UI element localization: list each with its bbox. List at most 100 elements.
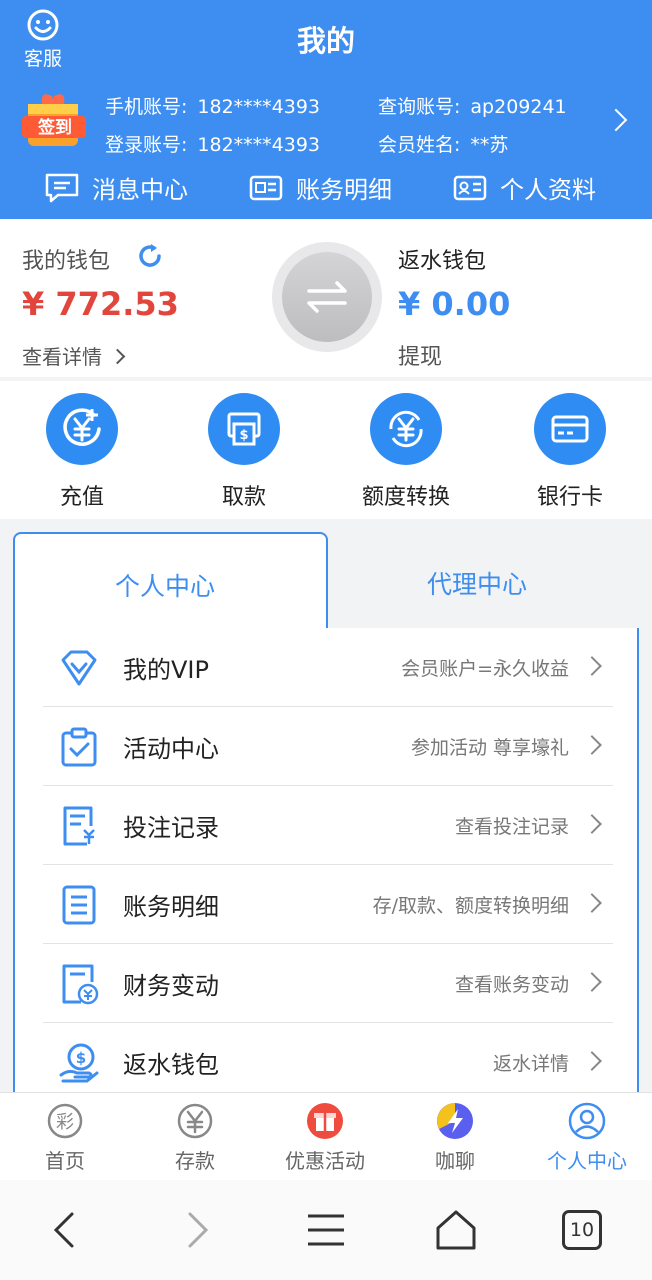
message-center-link[interactable]: 消息中心 [44, 170, 188, 205]
chevron-right-icon [582, 814, 602, 834]
finance-icon [62, 964, 99, 1005]
menu-row-vip[interactable]: 我的VIP 会员账户=永久收益 [43, 628, 613, 707]
currency-exchange-icon [389, 410, 423, 448]
menu-icon[interactable] [302, 1206, 350, 1254]
tab-personal-center-label: 个人中心 [115, 572, 216, 601]
menu-row-activity[interactable]: 活动中心 参加活动 尊享壕礼 [43, 707, 613, 786]
menu-row-bet-record[interactable]: 投注记录 查看投注记录 [43, 786, 613, 865]
tab-promotions-label: 优惠活动 [285, 1149, 365, 1173]
rebate-wallet-label: 返水钱包 [398, 249, 487, 274]
chevron-right-icon [582, 893, 602, 913]
menu-finance-label: 财务变动 [123, 972, 219, 1000]
tabs-count-button[interactable]: 10 [562, 1210, 602, 1250]
menu-finance-hint: 查看账务变动 [454, 974, 569, 996]
query-account-label: 查询账号: [378, 96, 461, 118]
tab-deposit-label: 存款 [175, 1149, 215, 1173]
tab-personal-center[interactable]: 个人中心 [13, 532, 328, 632]
tab-promotions[interactable]: 优惠活动 [270, 1101, 380, 1174]
home-icon[interactable] [432, 1206, 480, 1254]
bank-card-action[interactable]: 银行卡 [510, 393, 630, 511]
menu-row-ledger[interactable]: 账务明细 存/取款、额度转换明细 [43, 865, 613, 944]
my-wallet-amount: ¥ 772.53 [22, 285, 179, 323]
query-account-value: ap209241 [470, 96, 567, 118]
phone-account-label: 手机账号: [105, 96, 188, 118]
deposit-circle [46, 393, 118, 465]
menu-row-rebate[interactable]: $ 返水钱包 返水详情 [43, 1023, 613, 1101]
login-account: 登录账号: 182****4393 [105, 130, 320, 157]
bank-card-circle [534, 393, 606, 465]
query-account: 查询账号: ap209241 [378, 92, 567, 119]
message-icon [45, 173, 79, 202]
svg-text:彩: 彩 [56, 1112, 74, 1133]
sign-in-badge[interactable]: 签到 [20, 86, 90, 152]
rebate-wallet-amount: ¥ 0.00 [398, 285, 511, 323]
transfer-action[interactable]: 额度转换 [346, 393, 466, 511]
tab-chat[interactable]: 咖聊 [400, 1101, 510, 1174]
back-arrow-icon[interactable] [42, 1206, 90, 1254]
message-center-label: 消息中心 [92, 176, 188, 204]
menu-rebate-hint: 返水详情 [492, 1053, 569, 1075]
svg-text:$: $ [239, 428, 248, 443]
member-name-value: **苏 [470, 134, 509, 156]
transfer-circle [370, 393, 442, 465]
tab-agent-center[interactable]: 代理中心 [427, 565, 527, 601]
yuan-coin-icon [63, 408, 101, 446]
menu-row-finance[interactable]: 财务变动 查看账务变动 [43, 944, 613, 1023]
menu-ledger-label: 账务明细 [123, 893, 219, 921]
menu-list: 我的VIP 会员账户=永久收益 活动中心 参加活动 尊享壕礼 投注记录 查看投注… [13, 628, 639, 1150]
tab-personal-center-nav[interactable]: 个人中心 [532, 1101, 642, 1174]
member-name: 会员姓名: **苏 [378, 130, 508, 157]
forward-arrow-icon[interactable] [172, 1206, 220, 1254]
withdraw-circle: $ [208, 393, 280, 465]
login-account-label: 登录账号: [105, 134, 188, 156]
bottom-tab-bar: 彩 首页 存款 优惠活动 咖聊 个人中心 [0, 1092, 652, 1181]
sign-in-badge-text: 签到 [37, 117, 72, 138]
chevron-right-icon [582, 656, 602, 676]
chevron-right-icon [582, 972, 602, 992]
user-icon [568, 1102, 606, 1140]
login-account-value: 182****4393 [197, 134, 321, 156]
refresh-icon[interactable] [136, 242, 164, 270]
account-details-icon [249, 175, 283, 200]
account-details-link[interactable]: 账务明细 [248, 170, 392, 205]
view-details-label: 查看详情 [22, 345, 102, 369]
menu-activity-label: 活动中心 [123, 735, 219, 763]
browser-nav-bar: 10 [0, 1180, 652, 1280]
menu-activity-hint: 参加活动 尊享壕礼 [410, 737, 569, 759]
rebate-icon: $ [59, 1043, 99, 1083]
yuan-icon [177, 1103, 213, 1139]
withdraw-label: 取款 [221, 485, 266, 510]
menu-rebate-label: 返水钱包 [123, 1051, 219, 1079]
lightning-chat-icon [437, 1103, 473, 1139]
diamond-icon [61, 650, 97, 686]
ledger-icon [62, 885, 96, 925]
center-panel: 个人中心 代理中心 我的VIP 会员账户=永久收益 活动中心 参加活动 尊享壕礼 [13, 532, 639, 1150]
tabs-count-value: 10 [569, 1219, 595, 1241]
transfer-label: 额度转换 [361, 485, 450, 510]
swap-arrows-icon [307, 281, 347, 313]
profile-chevron-right-icon[interactable] [604, 108, 628, 132]
svg-text:$: $ [76, 1049, 86, 1067]
lottery-icon: 彩 [47, 1103, 83, 1139]
bank-card-icon [551, 415, 589, 443]
gift-box-icon [307, 1103, 343, 1139]
account-details-label: 账务明细 [296, 176, 392, 204]
tab-home-label: 首页 [45, 1149, 85, 1173]
phone-account-value: 182****4393 [197, 96, 321, 118]
withdraw-link[interactable]: 提现 [398, 339, 442, 371]
menu-vip-hint: 会员账户=永久收益 [401, 658, 569, 680]
chevron-right-icon [582, 735, 602, 755]
tab-home[interactable]: 彩 首页 [10, 1101, 120, 1174]
deposit-action[interactable]: 充值 [22, 393, 142, 511]
atm-icon: $ [227, 412, 261, 446]
withdraw-action[interactable]: $ 取款 [184, 393, 304, 511]
my-wallet-label: 我的钱包 [22, 249, 111, 274]
wallet-card: 我的钱包 ¥ 772.53 查看详情 返水钱包 ¥ 0.00 提现 [0, 219, 652, 377]
personal-info-link[interactable]: 个人资料 [452, 170, 596, 205]
deposit-label: 充值 [59, 485, 104, 510]
wallet-transfer-button[interactable] [272, 242, 382, 352]
menu-vip-label: 我的VIP [123, 656, 209, 684]
tab-deposit[interactable]: 存款 [140, 1101, 250, 1174]
view-details-link[interactable]: 查看详情 [22, 341, 126, 370]
bet-record-icon [63, 806, 95, 846]
